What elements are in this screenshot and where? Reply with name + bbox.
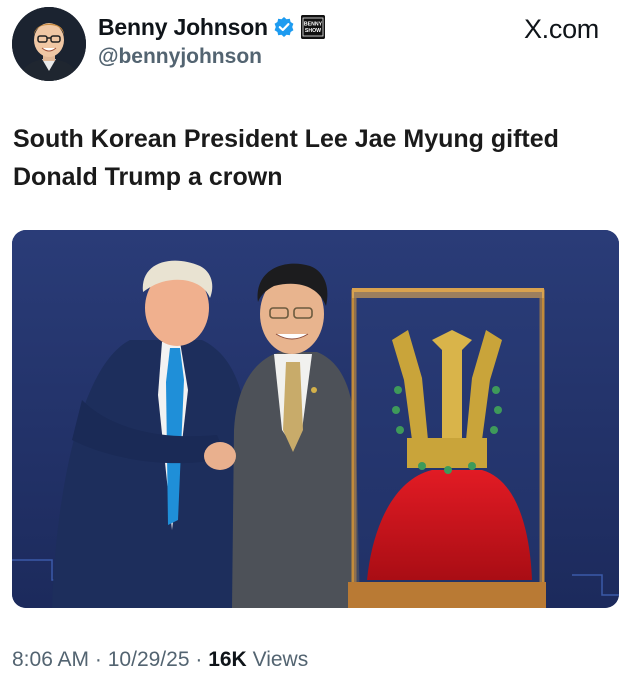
- author-handle[interactable]: @bennyjohnson: [98, 45, 325, 69]
- author-block: Benny Johnson BENNY SHOW @bennyjohnson: [98, 12, 325, 69]
- photo-illustration: [12, 230, 619, 608]
- verified-badge-icon[interactable]: [273, 16, 295, 38]
- svg-text:BENNY: BENNY: [304, 22, 323, 28]
- author-name-row: Benny Johnson BENNY SHOW: [98, 12, 325, 42]
- views-label: Views: [252, 648, 309, 671]
- post-date[interactable]: 10/29/25: [108, 648, 190, 671]
- meta-separator: ·: [195, 648, 203, 671]
- views-count[interactable]: 16K: [208, 648, 247, 671]
- post-meta: 8:06 AM · 10/29/25 · 16K Views: [12, 648, 308, 672]
- affiliate-badge-icon[interactable]: BENNY SHOW: [300, 15, 325, 39]
- author-display-name[interactable]: Benny Johnson: [98, 14, 268, 41]
- site-label: X.com: [523, 14, 599, 44]
- meta-separator: ·: [94, 648, 102, 671]
- post-time[interactable]: 8:06 AM: [12, 648, 89, 671]
- svg-text:SHOW: SHOW: [305, 28, 321, 34]
- avatar-photo: [12, 7, 86, 81]
- post-text: South Korean President Lee Jae Myung gif…: [13, 125, 559, 191]
- post-media-photo[interactable]: [12, 230, 619, 608]
- author-avatar[interactable]: [12, 7, 86, 81]
